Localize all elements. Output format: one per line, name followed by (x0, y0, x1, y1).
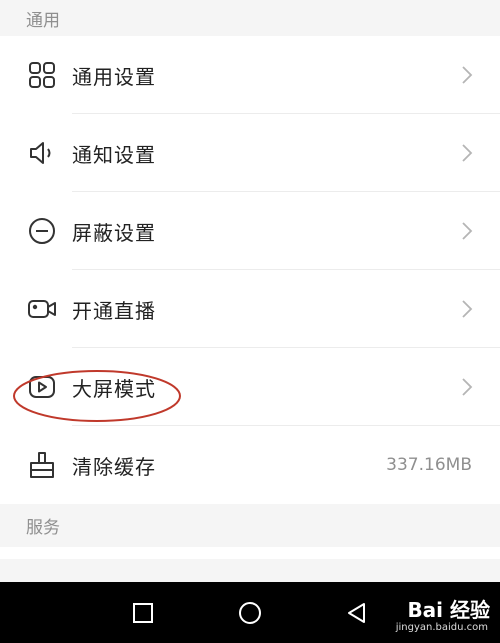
settings-row-label: 开通直播 (72, 298, 156, 323)
chevron-right-icon (460, 65, 474, 85)
settings-row-clear-cache[interactable]: 清除缓存 337.16MB (0, 426, 500, 504)
settings-row-notification[interactable]: 通知设置 (0, 114, 500, 192)
grid-icon (27, 60, 57, 90)
watermark-logo: Bai 经验 (407, 598, 490, 622)
settings-row-label: 通用设置 (72, 64, 156, 89)
watermark: Bai 经验 jingyan.baidu.com (374, 588, 494, 640)
settings-row-general[interactable]: 通用设置 (0, 36, 500, 114)
back-button[interactable] (344, 600, 370, 626)
settings-row-big-screen[interactable]: 大屏模式 (0, 348, 500, 426)
chevron-right-icon (460, 377, 474, 397)
section-header-general: 通用 (0, 0, 500, 36)
watermark-url: jingyan.baidu.com (395, 622, 488, 633)
settings-row-label: 清除缓存 (72, 454, 156, 479)
play-screen-icon (27, 372, 57, 402)
chevron-right-icon (460, 221, 474, 241)
settings-row-label: 通知设置 (72, 142, 156, 167)
minus-circle-icon (27, 216, 57, 246)
settings-row-label: 屏蔽设置 (72, 220, 156, 245)
recent-apps-button[interactable] (130, 600, 156, 626)
settings-row-label: 大屏模式 (72, 376, 156, 401)
cache-size-value: 337.16MB (386, 455, 472, 475)
general-settings-list: 通用设置 通知设置 屏蔽设置 开通直播 大屏模式 清除缓存 337.16MB (0, 36, 500, 504)
chevron-right-icon (460, 299, 474, 319)
speaker-icon (27, 138, 57, 168)
broom-icon (27, 450, 57, 480)
services-list-top (0, 547, 500, 559)
settings-row-block[interactable]: 屏蔽设置 (0, 192, 500, 270)
system-navbar: Bai 经验 jingyan.baidu.com (0, 582, 500, 643)
video-camera-icon (27, 294, 57, 324)
home-button[interactable] (237, 600, 263, 626)
chevron-right-icon (460, 143, 474, 163)
settings-row-live[interactable]: 开通直播 (0, 270, 500, 348)
section-header-services: 服务 (0, 504, 500, 547)
settings-screen: 通用 通用设置 通知设置 屏蔽设置 开通直播 大屏模式 清除缓存 337.16M… (0, 0, 500, 643)
